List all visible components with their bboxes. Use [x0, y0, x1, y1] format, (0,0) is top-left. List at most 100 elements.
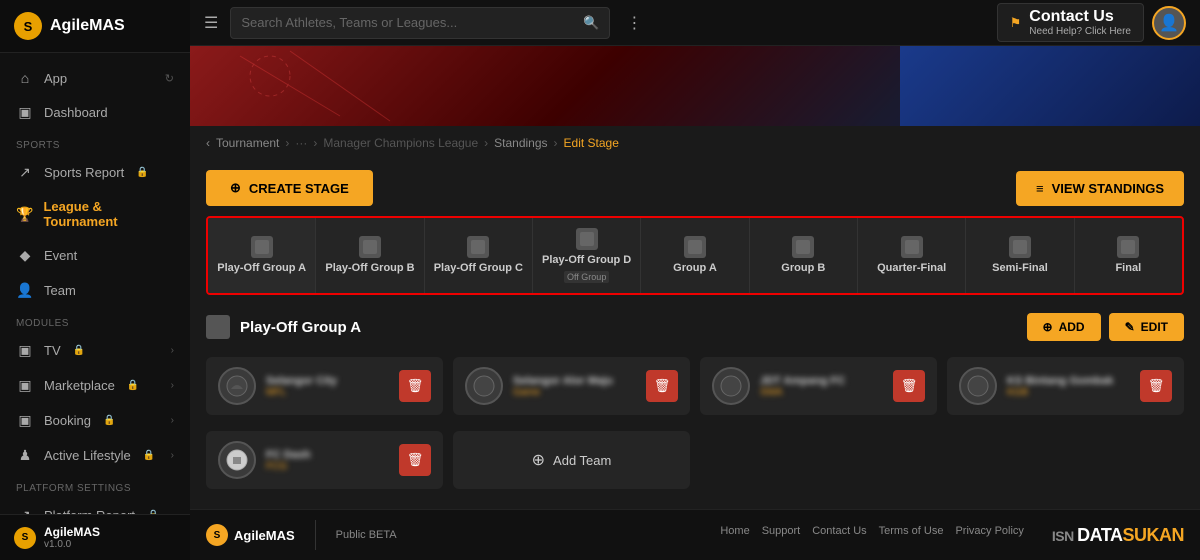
- tab-semi-final[interactable]: Semi-Final: [966, 218, 1074, 293]
- sidebar-item-marketplace[interactable]: ▣ Marketplace 🔒 ›: [0, 368, 190, 403]
- bc-back[interactable]: ‹: [206, 136, 210, 150]
- hamburger-icon[interactable]: ☰: [204, 13, 218, 33]
- lock-icon: 🔒: [73, 345, 85, 356]
- sidebar-item-team[interactable]: 👤 Team: [0, 273, 190, 308]
- footer-brand-section: S AgileMAS Public BETA: [206, 520, 397, 550]
- more-options-icon[interactable]: ⋮: [626, 13, 642, 33]
- tab-group-a[interactable]: Group A: [641, 218, 749, 293]
- footer-link-home[interactable]: Home: [720, 525, 749, 546]
- dashboard-icon: ▣: [16, 104, 34, 121]
- edit-icon: ✎: [1125, 320, 1135, 334]
- team-sub: KGB: [1007, 387, 1130, 398]
- contact-subtitle: Need Help? Click Here: [1029, 26, 1131, 37]
- footer-divider: [315, 520, 316, 550]
- team-sub: Game: [513, 387, 636, 398]
- page-content: ‹ Tournament › ··· › Manager Champions L…: [190, 126, 1200, 509]
- tab-playoff-group-b[interactable]: Play-Off Group B: [316, 218, 424, 293]
- sidebar-item-platform-report[interactable]: ↗ Platform Report 🔒: [0, 498, 190, 514]
- bc-standings[interactable]: Standings: [494, 136, 547, 150]
- footer-link-contact[interactable]: Contact Us: [812, 525, 866, 546]
- sidebar-item-league-tournament[interactable]: 🏆 League & Tournament: [0, 190, 190, 238]
- page-footer: S AgileMAS Public BETA Home Support Cont…: [190, 509, 1200, 560]
- chevron-right-icon: ›: [171, 380, 174, 391]
- delete-team-button[interactable]: 🗑: [399, 370, 431, 402]
- edit-button[interactable]: ✎ EDIT: [1109, 313, 1184, 341]
- tab-icon: [576, 228, 598, 250]
- team-card: Selangor Alor Maju Game 🗑: [453, 357, 690, 415]
- teams-grid-row1: Selangor City MFL 🗑 Selangor Alor Maju G…: [190, 349, 1200, 423]
- contact-title: Contact Us: [1029, 8, 1131, 26]
- add-team-label: Add Team: [553, 453, 611, 468]
- footer-link-terms[interactable]: Terms of Use: [879, 525, 944, 546]
- bc-tournament[interactable]: Tournament: [216, 136, 279, 150]
- tab-label: Play-Off Group B: [325, 262, 414, 275]
- tab-label: Semi-Final: [992, 262, 1048, 275]
- footer-logo-icon: S: [14, 527, 36, 549]
- view-standings-button[interactable]: ≡ VIEW STANDINGS: [1016, 171, 1184, 206]
- tab-icon: [251, 236, 273, 258]
- user-avatar[interactable]: 👤: [1152, 6, 1186, 40]
- tab-group-b[interactable]: Group B: [750, 218, 858, 293]
- team-info: JDT Ampang FC SWA: [760, 375, 883, 398]
- tab-label: Group B: [781, 262, 825, 275]
- team-avatar: [959, 367, 997, 405]
- create-stage-button[interactable]: ⊕ CREATE STAGE: [206, 170, 373, 206]
- search-input[interactable]: [241, 15, 575, 30]
- contact-button[interactable]: ⚑ Contact Us Need Help? Click Here: [997, 3, 1144, 42]
- sidebar-footer: S AgileMAS v1.0.0: [0, 514, 190, 560]
- team-avatar: [465, 367, 503, 405]
- top-header: ☰ 🔍 ⋮ ⚑ Contact Us Need Help? Click Here…: [190, 0, 1200, 46]
- footer-brand-name: AgileMAS: [234, 528, 295, 543]
- team-name: Selangor City: [266, 375, 389, 387]
- contact-icon: ⚑: [1010, 15, 1022, 31]
- sidebar-item-label: Event: [44, 248, 77, 263]
- delete-team-button[interactable]: 🗑: [399, 444, 431, 476]
- team-sub: SWA: [760, 387, 883, 398]
- tab-quarter-final[interactable]: Quarter-Final: [858, 218, 966, 293]
- tab-label: Quarter-Final: [877, 262, 946, 275]
- plus-icon: ⊕: [1043, 320, 1053, 334]
- sidebar-nav: ⌂ App ↻ ▣ Dashboard Sports ↗ Sports Repo…: [0, 53, 190, 514]
- tab-playoff-group-d[interactable]: Play-Off Group D Off Group: [533, 218, 641, 293]
- sidebar-item-label: League & Tournament: [43, 199, 174, 229]
- sidebar-item-app[interactable]: ⌂ App ↻: [0, 61, 190, 95]
- tab-playoff-group-a[interactable]: Play-Off Group A: [208, 218, 316, 293]
- sidebar-item-label: Sports Report: [44, 165, 124, 180]
- footer-link-privacy[interactable]: Privacy Policy: [955, 525, 1023, 546]
- add-label: ADD: [1059, 320, 1085, 334]
- sidebar-item-booking[interactable]: ▣ Booking 🔒 ›: [0, 403, 190, 438]
- search-bar[interactable]: 🔍: [230, 7, 610, 39]
- sidebar-item-sports-report[interactable]: ↗ Sports Report 🔒: [0, 155, 190, 190]
- home-icon: ⌂: [16, 70, 34, 86]
- sidebar-item-tv[interactable]: ▣ TV 🔒 ›: [0, 333, 190, 368]
- section-header: Play-Off Group A ⊕ ADD ✎ EDIT: [190, 305, 1200, 349]
- bc-active: Edit Stage: [564, 136, 619, 150]
- sidebar-item-label: Dashboard: [44, 105, 108, 120]
- trend-icon: ↗: [16, 164, 34, 181]
- footer-link-support[interactable]: Support: [762, 525, 801, 546]
- team-sub: FCG: [266, 461, 389, 472]
- sidebar-item-dashboard[interactable]: ▣ Dashboard: [0, 95, 190, 130]
- sidebar-logo: S AgileMAS: [0, 0, 190, 53]
- lock-icon: 🔒: [103, 415, 115, 426]
- delete-team-button[interactable]: 🗑: [646, 370, 678, 402]
- platform-section-label: Platform Settings: [0, 473, 190, 498]
- sidebar-item-event[interactable]: ◆ Event: [0, 238, 190, 273]
- delete-team-button[interactable]: 🗑: [893, 370, 925, 402]
- add-button[interactable]: ⊕ ADD: [1027, 313, 1101, 341]
- create-stage-label: CREATE STAGE: [249, 181, 349, 196]
- sidebar-item-active-lifestyle[interactable]: ♟ Active Lifestyle 🔒 ›: [0, 438, 190, 473]
- bc-champions[interactable]: Manager Champions League: [323, 136, 478, 150]
- platform-icon: ↗: [16, 507, 34, 514]
- banner-image: [190, 46, 1200, 126]
- tab-icon: [359, 236, 381, 258]
- add-team-card[interactable]: ⊕ Add Team: [453, 431, 690, 489]
- chevron-right-icon: ›: [171, 345, 174, 356]
- action-bar: ⊕ CREATE STAGE ≡ VIEW STANDINGS: [190, 160, 1200, 216]
- tab-final[interactable]: Final: [1075, 218, 1182, 293]
- team-info: KS Bintang Gombak KGB: [1007, 375, 1130, 398]
- team-avatar: [218, 441, 256, 479]
- delete-team-button[interactable]: 🗑: [1140, 370, 1172, 402]
- bc-league[interactable]: ···: [295, 136, 307, 150]
- tab-playoff-group-c[interactable]: Play-Off Group C: [425, 218, 533, 293]
